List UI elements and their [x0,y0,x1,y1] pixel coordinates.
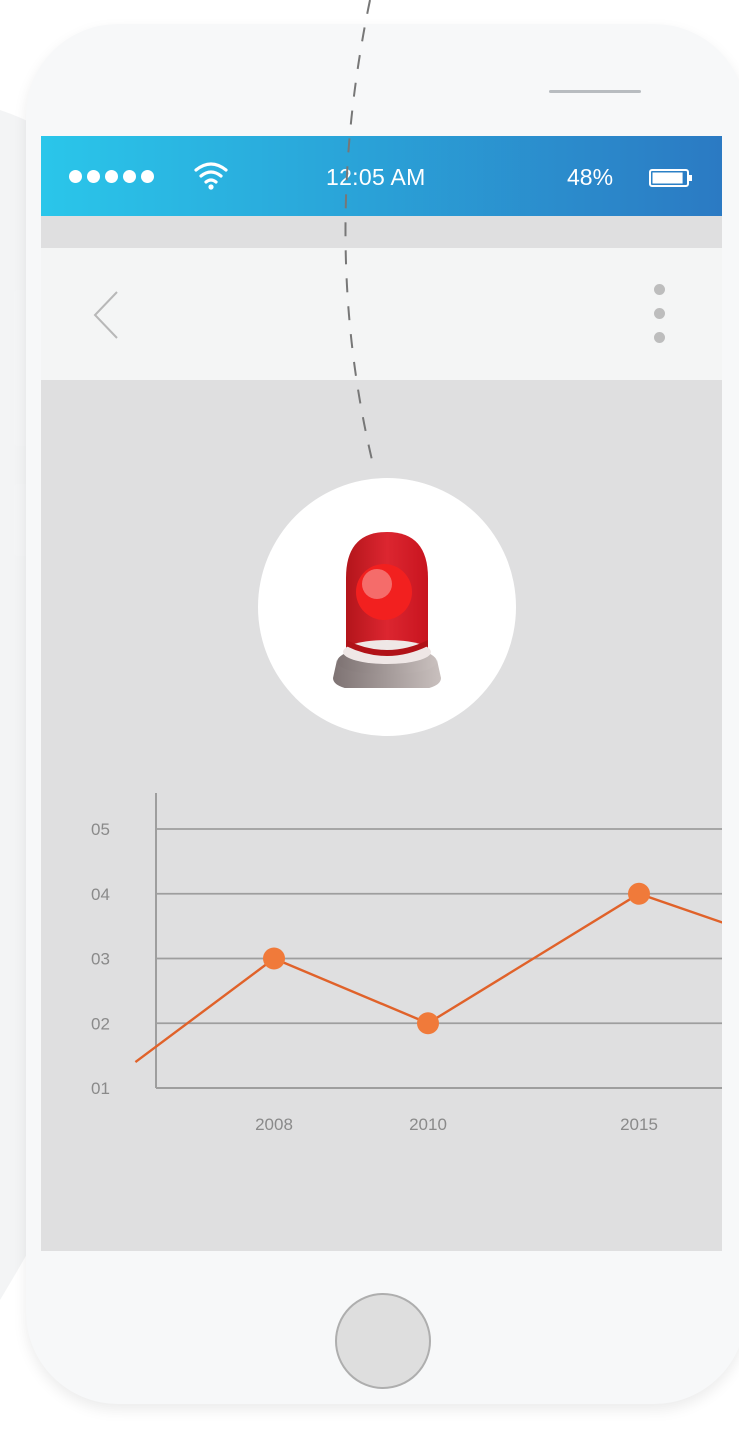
earpiece-speaker [549,90,641,93]
screen: 12:05 AM 48% 01 02 03 04 05 2008 2010 20… [41,136,722,1251]
home-button[interactable] [335,1293,431,1389]
y-tick-label: 05 [91,820,110,839]
status-time: 12:05 AM [326,164,426,190]
alarm-siren-icon [333,532,441,688]
series-line [134,892,722,1064]
x-tick-label: 2008 [255,1115,293,1134]
subheader-strip [41,216,722,248]
battery-percentage: 48% [567,164,614,190]
wifi-icon [194,162,228,190]
data-point[interactable] [263,947,285,970]
y-tick-label: 03 [91,950,110,969]
x-tick-label: 2010 [409,1115,447,1134]
siren-badge [258,478,516,736]
data-point[interactable] [417,1012,439,1035]
navigation-bar [41,248,722,380]
y-tick-label: 02 [91,1014,110,1033]
y-tick-label: 01 [91,1079,110,1098]
x-tick-label: 2015 [620,1115,658,1134]
y-tick-label: 04 [91,885,110,904]
data-point[interactable] [628,882,650,905]
chevron-left-icon[interactable] [89,288,123,342]
line-chart: 01 02 03 04 05 2008 2010 2015 [91,793,722,1134]
vertical-dots-icon[interactable] [647,284,671,360]
battery-icon [649,169,692,187]
status-bar: 12:05 AM 48% [41,136,722,216]
signal-strength-icon [69,170,154,183]
